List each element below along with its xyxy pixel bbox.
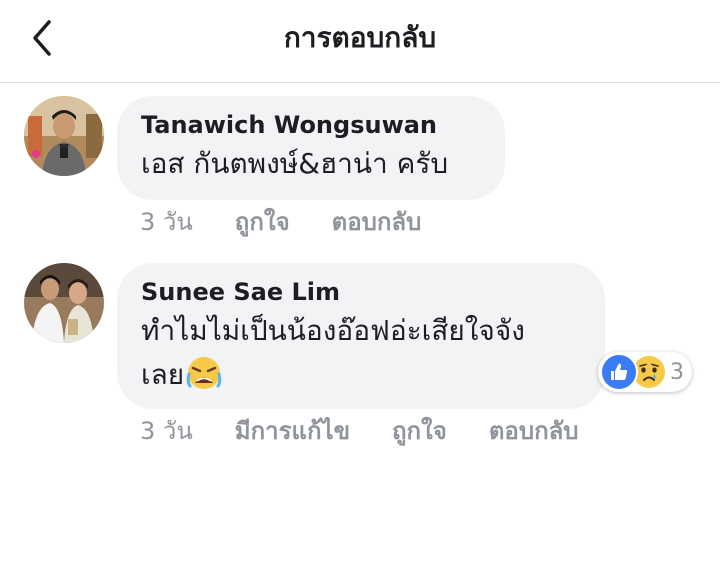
comment-meta: 3 วัน มีการแก้ไข ถูกใจ ตอบกลับ xyxy=(140,414,579,448)
like-reaction-icon xyxy=(600,353,638,391)
comment-text: เอส กันตพงษ์&ฮาน่า ครับ xyxy=(141,147,449,180)
like-button[interactable]: ถูกใจ xyxy=(392,414,447,448)
reply-button[interactable]: ตอบกลับ xyxy=(332,205,422,239)
comment-text-end: เลย xyxy=(141,358,185,391)
comment-author[interactable]: Tanawich Wongsuwan xyxy=(141,108,481,142)
comment-bubble[interactable]: Sunee Sae Lim ทำไมไม่เป็นน้องอ๊อฟอ่ะเสีย… xyxy=(117,263,605,409)
comment-meta: 3 วัน ถูกใจ ตอบกลับ xyxy=(140,205,421,239)
comment-text: ทำไมไม่เป็นน้องอ๊อฟอ่ะเสียใจจัง xyxy=(141,314,525,347)
edited-label[interactable]: มีการแก้ไข xyxy=(235,414,350,448)
top-bar: การตอบกลับ xyxy=(0,0,720,83)
comment-time[interactable]: 3 วัน xyxy=(140,205,193,239)
reply-button[interactable]: ตอบกลับ xyxy=(489,414,579,448)
page-title: การตอบกลับ xyxy=(283,21,437,54)
avatar[interactable] xyxy=(24,263,104,343)
reaction-summary[interactable]: 3 xyxy=(598,352,692,392)
comment-author[interactable]: Sunee Sae Lim xyxy=(141,275,581,309)
reaction-count: 3 xyxy=(670,359,684,385)
avatar-photo xyxy=(24,96,104,176)
like-button[interactable]: ถูกใจ xyxy=(235,205,290,239)
comment-text-line: เลย xyxy=(141,353,581,397)
tired-crying-face-icon xyxy=(186,357,222,389)
avatar-photo xyxy=(24,263,104,343)
comment-time[interactable]: 3 วัน xyxy=(140,414,193,448)
avatar[interactable] xyxy=(24,96,104,176)
comment-bubble[interactable]: Tanawich Wongsuwan เอส กันตพงษ์&ฮาน่า คร… xyxy=(117,96,505,200)
